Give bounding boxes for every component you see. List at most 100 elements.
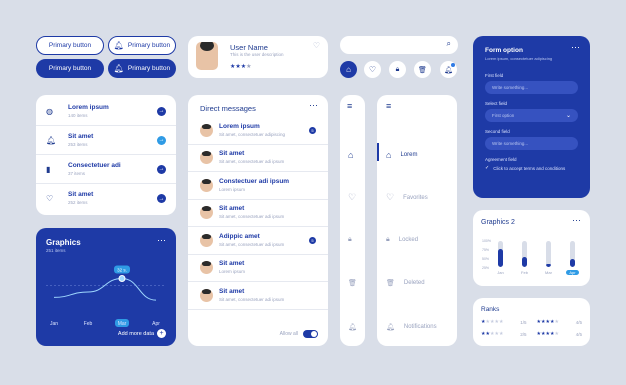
x-tick-label: Mar [545, 270, 552, 275]
list-item[interactable]: 🔔︎ Sit amet 253 items → [36, 126, 176, 155]
avatar [200, 261, 213, 275]
trash-button[interactable]: 🗑︎ [414, 61, 431, 78]
nav-item-lorem[interactable]: ⌂ Lorem [386, 150, 417, 160]
x-tick-label: Feb [521, 270, 528, 275]
arrow-right-icon[interactable]: → [157, 106, 166, 116]
add-more-data-button[interactable]: Add more data + [118, 329, 166, 338]
primary-button-outline-icon[interactable]: 🔔︎ Primary button [108, 36, 176, 55]
x-tick-label: Jan [497, 270, 504, 275]
nav-item-favorites[interactable]: ♡ Favorites [386, 192, 428, 203]
stars: ★★★★★ [481, 319, 504, 325]
menu-icon[interactable]: ≡ [347, 101, 352, 111]
message-item[interactable]: Sit amet Sit amet, consectetuer adi ipsum [188, 145, 328, 172]
avatar [200, 123, 213, 137]
bar-chart-icon: ▮ [46, 164, 51, 174]
arrow-right-icon[interactable]: → [157, 194, 166, 203]
message-item[interactable]: Adippic amet Sit amet, consectetuer adi i… [188, 227, 328, 255]
heart-icon[interactable]: ♡ [348, 192, 356, 203]
first-field-input[interactable]: Write something... [485, 81, 578, 94]
trash-icon: 🗑︎ [418, 66, 427, 74]
x-tick-label: Apr [152, 321, 160, 327]
home-icon: ⌂ [386, 150, 392, 160]
data-point [118, 275, 126, 282]
y-tick-label: 75% [482, 248, 490, 252]
labeled-sidebar: ≡ ⌂ Lorem ♡ Favorites 🔒︎ Locked 🗑︎ Deleted 🔔… [377, 95, 457, 346]
favorite-button[interactable]: ♡ [364, 61, 381, 78]
rating-stars: ★★★★ [230, 64, 252, 70]
menu-icon[interactable]: ≡ [386, 101, 391, 111]
trash-icon[interactable]: 🗑︎ [348, 279, 357, 287]
list-item[interactable]: ◍ Lorem ipsum 140 items → [36, 97, 176, 126]
bell-icon[interactable]: 🔔︎ [348, 323, 357, 331]
list-item[interactable]: ♡ Sit amet 252 items → [36, 184, 176, 213]
second-field-input[interactable]: Write something... [485, 137, 578, 150]
more-icon[interactable]: ⋯ [571, 42, 580, 53]
bar [498, 241, 503, 267]
lock-icon: 🔒︎ [386, 236, 390, 243]
lock-icon[interactable]: 🔒︎ [348, 236, 352, 244]
arrow-right-icon[interactable]: → [157, 135, 166, 145]
avatar [196, 42, 218, 70]
stars: ★★★★★ [481, 331, 504, 337]
item-list-card: ◍ Lorem ipsum 140 items → 🔔︎ Sit amet 253 item… [36, 95, 176, 215]
lock-button[interactable]: 🔒︎ [389, 61, 406, 78]
avatar [200, 151, 213, 165]
list-item[interactable]: ▮ Consectetuer adi 37 items → [36, 155, 176, 184]
bar [522, 241, 527, 267]
nav-item-deleted[interactable]: 🗑︎ Deleted [386, 279, 425, 287]
primary-button-filled-icon[interactable]: 🔔︎ Primary button [108, 59, 176, 78]
checkbox-checked-icon[interactable]: ✓ [485, 165, 489, 171]
stars: ★★★★★ [536, 331, 559, 337]
y-tick-label: 50% [482, 257, 490, 261]
x-tick-label: Apr [566, 270, 579, 275]
home-icon: ⌂ [346, 65, 351, 74]
heart-icon[interactable]: ♡ [313, 41, 320, 50]
y-tick-label: 100% [482, 239, 491, 243]
message-item[interactable]: Lorem ipsum Sit amet, consectetuer adipis… [188, 117, 328, 145]
message-item[interactable]: Sit amet Sit amet, consectetuer adi ipsum [188, 200, 328, 227]
series-line [53, 277, 157, 301]
rank-item: ★★★★★ 4/5 [536, 331, 583, 337]
allow-all-toggle[interactable] [303, 330, 318, 338]
x-tick-label: Jan [50, 321, 58, 327]
icon-sidebar: ≡ ⌂ ♡ 🔒︎ 🗑︎ 🔔︎ [340, 95, 365, 346]
home-icon[interactable]: ⌂ [348, 150, 353, 160]
message-item[interactable]: Constectuer adi ipsum Lorem ipsum [188, 172, 328, 200]
message-item[interactable]: Sit amet Lorem ipsum [188, 255, 328, 282]
bar [570, 241, 575, 267]
profile-card: User Name This is the user description ★… [188, 36, 328, 78]
graphics-card: Graphics 251 items ⋯ 32 s. Jan Feb Mar Apr A… [36, 228, 176, 346]
graphics-title: Graphics [46, 238, 81, 247]
avatar [200, 206, 213, 220]
first-field-label: First field [485, 73, 504, 78]
bell-icon: 🔔︎ [46, 135, 57, 145]
more-icon[interactable]: ⋯ [309, 100, 318, 111]
basketball-icon: ◍ [46, 106, 53, 116]
bell-icon: 🔔︎ [113, 64, 124, 73]
chevron-down-icon: ⌄ [565, 113, 571, 119]
primary-button-filled[interactable]: Primary button [36, 59, 104, 78]
dm-title: Direct messages [200, 104, 256, 113]
graphics-2-card: Graphics 2 ⋯ 100% 75% 50% 25% Jan Feb Mar Apr [473, 210, 590, 286]
agreement-label: Agreement field [485, 157, 517, 162]
select-field[interactable]: First option ⌄ [485, 109, 578, 122]
primary-button-outline[interactable]: Primary button [36, 36, 104, 55]
agreement-checkbox-row[interactable]: ✓ Click to accept terms and conditions [485, 165, 578, 171]
heart-icon: ♡ [46, 194, 54, 203]
arrow-right-icon[interactable]: → [157, 164, 166, 174]
avatar [200, 178, 213, 192]
search-bar[interactable]: ⌕ [340, 36, 458, 54]
rank-item: ★★★★★ 4/5 [536, 319, 583, 325]
nav-item-notifications[interactable]: 🔔︎ Notifications [386, 323, 437, 331]
message-item[interactable]: Sit amet Sit amet, consectetuer adi ipsum [188, 282, 328, 310]
nav-item-locked[interactable]: 🔒︎ Locked [386, 236, 418, 244]
bar [546, 241, 551, 267]
x-tick-label: Mar [118, 321, 127, 327]
direct-messages-card: Direct messages ⋯ Lorem ipsum Sit amet, c… [188, 95, 328, 346]
bell-icon: 🔔︎ [113, 41, 124, 50]
home-button[interactable]: ⌂ [340, 61, 357, 78]
notification-button[interactable]: 🔔︎ [440, 61, 457, 78]
ranks-title: Ranks [481, 306, 500, 313]
search-icon[interactable]: ⌕ [447, 39, 451, 49]
more-icon[interactable]: ⋯ [157, 235, 166, 246]
